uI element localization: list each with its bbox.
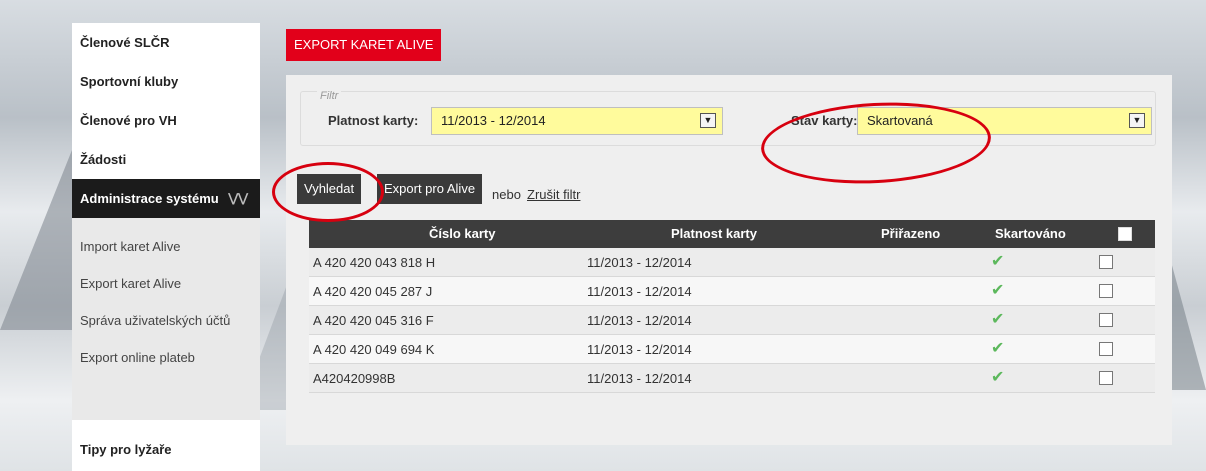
state-select[interactable]: Skartovaná ▼: [857, 107, 1152, 135]
sidebar-item-clenove-pro-vh[interactable]: Členové pro VH: [72, 101, 260, 140]
card-number: A420420998B: [313, 371, 396, 386]
validity-select[interactable]: 11/2013 - 12/2014 ▼: [431, 107, 723, 135]
filter-box: Filtr Platnost karty: 11/2013 - 12/2014 …: [300, 90, 1156, 146]
select-all-checkbox[interactable]: [1118, 227, 1132, 241]
main-panel: Filtr Platnost karty: 11/2013 - 12/2014 …: [286, 75, 1172, 445]
row-checkbox[interactable]: [1099, 313, 1113, 327]
cancel-filter-link[interactable]: Zrušit filtr: [527, 187, 580, 202]
card-number: A 420 420 049 694 K: [313, 342, 435, 357]
sidebar-item-tipy[interactable]: Tipy pro lyžaře: [72, 430, 260, 469]
column-header-card: Číslo karty: [429, 226, 496, 241]
validity-select-value: 11/2013 - 12/2014: [441, 113, 546, 128]
or-text: nebo: [492, 187, 521, 202]
validity-label: Platnost karty:: [328, 113, 419, 128]
checkmark-icon: ✔: [991, 282, 1005, 299]
export-button[interactable]: Export pro Alive: [377, 174, 483, 204]
sidebar-subitem-export-karet[interactable]: Export karet Alive: [72, 265, 260, 302]
search-button[interactable]: Vyhledat: [297, 174, 362, 204]
card-number: A 420 420 045 316 F: [313, 313, 434, 328]
row-checkbox[interactable]: [1099, 284, 1113, 298]
table-body: A 420 420 043 818 H 11/2013 - 12/2014 ✔ …: [309, 248, 1155, 393]
column-header-shredded: Skartováno: [995, 226, 1066, 241]
table-header: Číslo karty Platnost karty Přiřazeno Ska…: [309, 220, 1155, 248]
card-validity: 11/2013 - 12/2014: [587, 342, 692, 357]
sidebar-subitem-import-karet[interactable]: Import karet Alive: [72, 228, 260, 265]
checkmark-icon: ✔: [991, 253, 1005, 270]
chevron-down-icon: ⋁⋁: [228, 191, 248, 205]
table-row: A 420 420 045 287 J 11/2013 - 12/2014 ✔: [309, 277, 1155, 306]
chevron-down-icon: ▼: [700, 113, 716, 128]
sidebar-item-zadosti[interactable]: Žádosti: [72, 140, 260, 179]
filter-legend: Filtr: [317, 90, 342, 102]
cards-table: Číslo karty Platnost karty Přiřazeno Ska…: [309, 220, 1155, 393]
table-row: A420420998B 11/2013 - 12/2014 ✔: [309, 364, 1155, 393]
sidebar-item-clenove-slcr[interactable]: Členové SLČR: [72, 23, 260, 62]
page-title: EXPORT KARET ALIVE: [286, 29, 442, 61]
sidebar-item-label: Administrace systému: [80, 191, 219, 206]
checkmark-icon: ✔: [991, 311, 1005, 328]
card-validity: 11/2013 - 12/2014: [587, 313, 692, 328]
checkmark-icon: ✔: [991, 340, 1005, 357]
card-number: A 420 420 045 287 J: [313, 284, 433, 299]
row-checkbox[interactable]: [1099, 342, 1113, 356]
column-header-validity: Platnost karty: [671, 226, 757, 241]
sidebar-submenu: Import karet Alive Export karet Alive Sp…: [72, 218, 260, 420]
chevron-down-icon: ▼: [1129, 113, 1145, 128]
card-number: A 420 420 043 818 H: [313, 255, 436, 270]
sidebar-item-administrace-systemu[interactable]: Administrace systému ⋁⋁: [72, 179, 260, 218]
sidebar-subitem-export-plateb[interactable]: Export online plateb: [72, 339, 260, 376]
card-validity: 11/2013 - 12/2014: [587, 284, 692, 299]
sidebar-item-sportovni-kluby[interactable]: Sportovní kluby: [72, 62, 260, 101]
card-validity: 11/2013 - 12/2014: [587, 255, 692, 270]
table-row: A 420 420 049 694 K 11/2013 - 12/2014 ✔: [309, 335, 1155, 364]
row-checkbox[interactable]: [1099, 371, 1113, 385]
sidebar-subitem-sprava-uctu[interactable]: Správa uživatelských účtů: [72, 302, 260, 339]
sidebar: Členové SLČR Sportovní kluby Členové pro…: [72, 23, 260, 471]
card-validity: 11/2013 - 12/2014: [587, 371, 692, 386]
table-row: A 420 420 043 818 H 11/2013 - 12/2014 ✔: [309, 248, 1155, 277]
state-label: Stav karty:: [791, 113, 858, 128]
column-header-assigned: Přiřazeno: [881, 226, 941, 241]
table-row: A 420 420 045 316 F 11/2013 - 12/2014 ✔: [309, 306, 1155, 335]
checkmark-icon: ✔: [991, 369, 1005, 386]
state-select-value: Skartovaná: [867, 113, 933, 128]
row-checkbox[interactable]: [1099, 255, 1113, 269]
